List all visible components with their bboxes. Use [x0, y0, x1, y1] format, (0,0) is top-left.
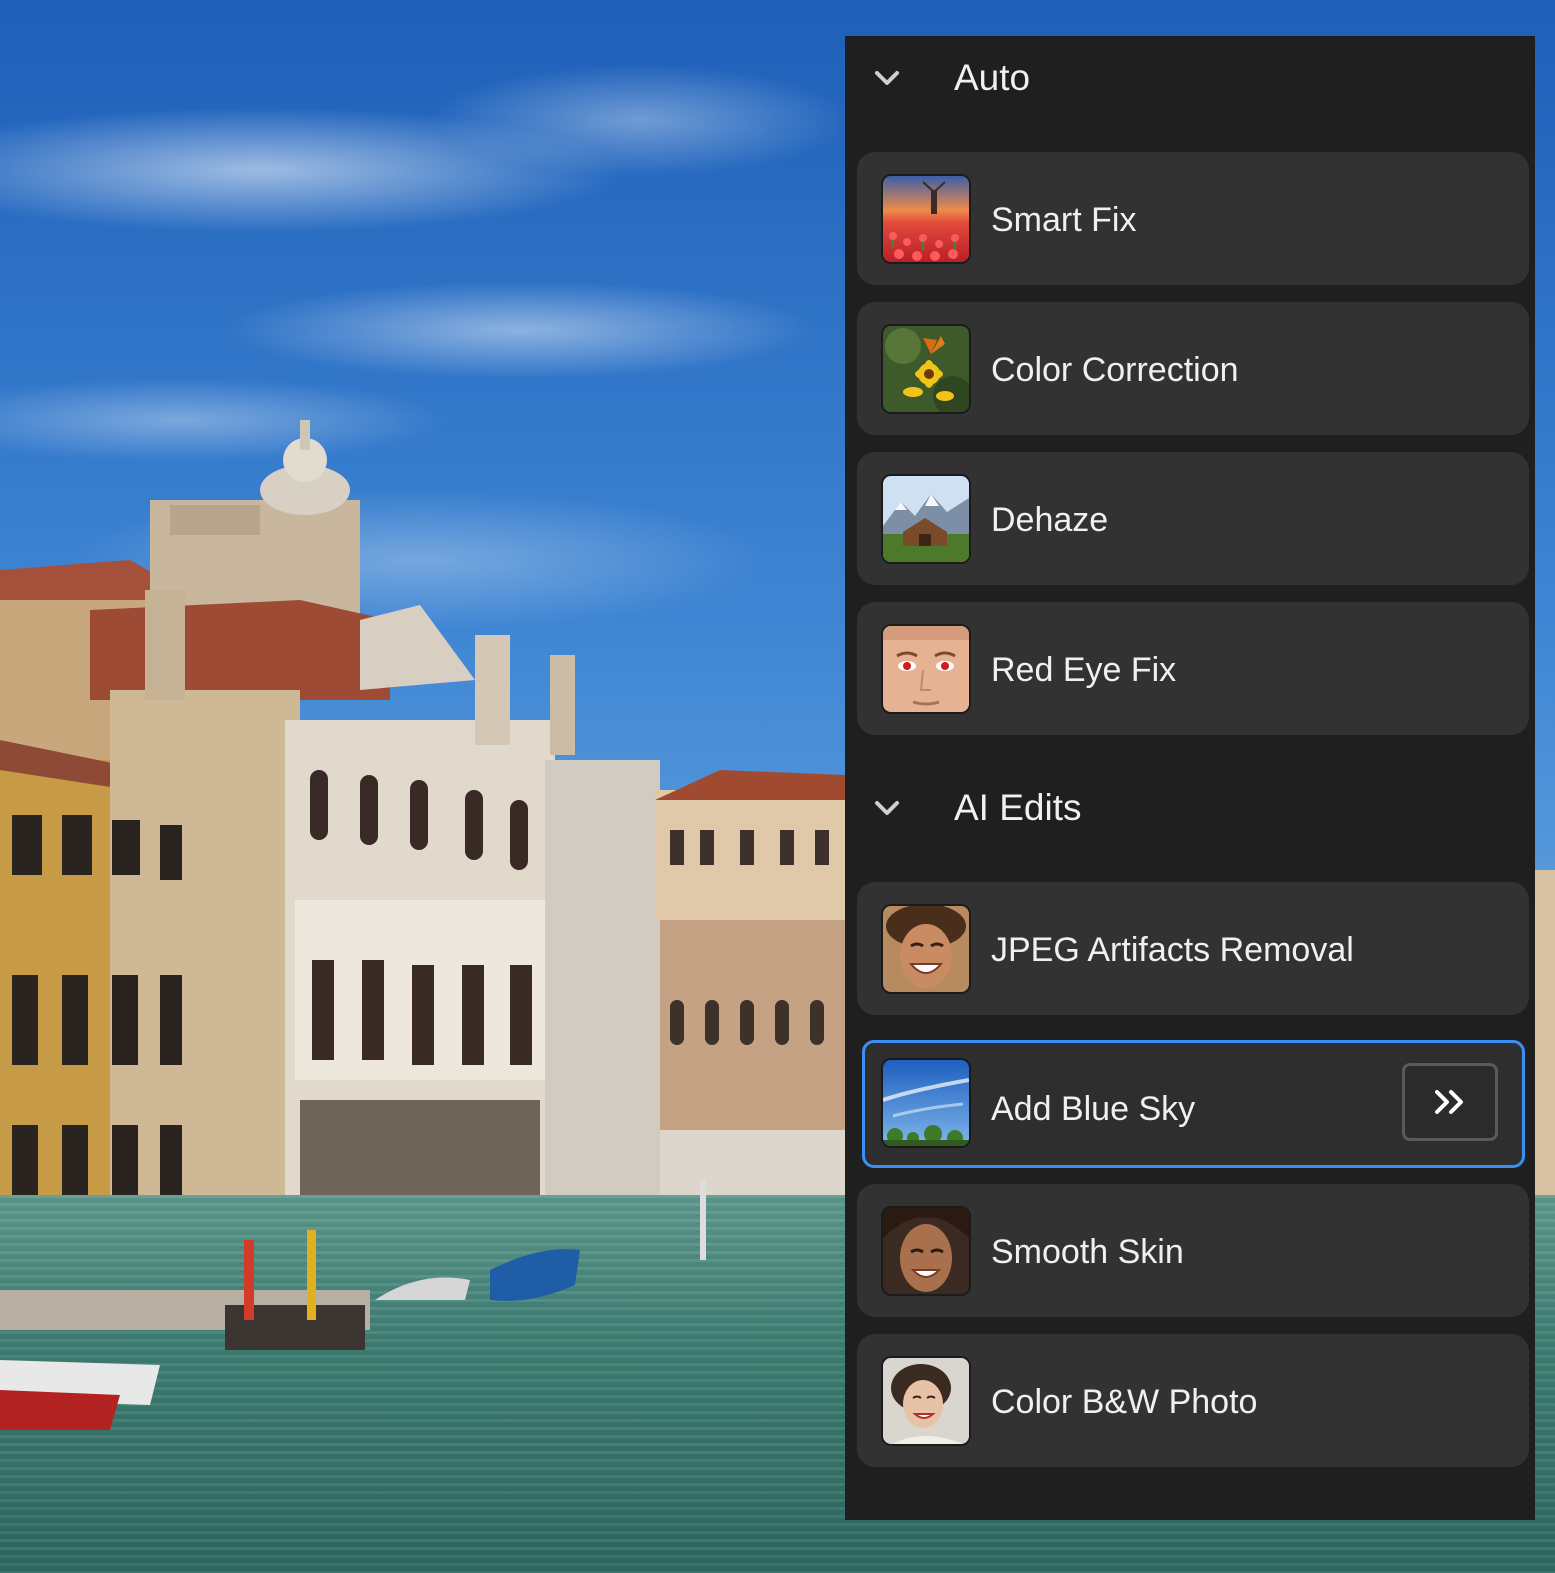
chevron-down-icon[interactable] — [873, 794, 901, 822]
action-card-jpeg-artifacts-removal[interactable]: JPEG Artifacts Removal — [857, 882, 1529, 1015]
double-chevron-right-icon — [1435, 1090, 1463, 1114]
quick-actions-panel: Auto Smart Fix Color Correction Dehaze R… — [845, 36, 1535, 1520]
action-card-smooth-skin[interactable]: Smooth Skin — [857, 1184, 1529, 1317]
action-label: Smart Fix — [991, 201, 1137, 239]
vintage-portrait-thumbnail — [883, 1358, 969, 1444]
barn-mountains-thumbnail — [883, 476, 969, 562]
section-header-ai-edits[interactable]: AI Edits — [845, 766, 1535, 850]
section-title: Auto — [954, 57, 1031, 98]
action-label: JPEG Artifacts Removal — [991, 931, 1354, 969]
action-card-smart-fix[interactable]: Smart Fix — [857, 152, 1529, 285]
chevron-down-icon[interactable] — [873, 64, 901, 92]
action-label: Color Correction — [991, 351, 1239, 389]
action-label: Dehaze — [991, 501, 1109, 539]
action-card-add-blue-sky[interactable]: Add Blue Sky — [862, 1040, 1525, 1168]
action-label: Red Eye Fix — [991, 651, 1177, 689]
action-card-color-correction[interactable]: Color Correction — [857, 302, 1529, 435]
blue-sky-thumbnail — [883, 1060, 969, 1146]
smiling-woman-thumbnail — [883, 906, 969, 992]
action-label: Color B&W Photo — [991, 1383, 1258, 1421]
tulip-field-thumbnail — [883, 176, 969, 262]
apply-button[interactable] — [1402, 1063, 1498, 1141]
red-eye-face-thumbnail — [883, 626, 969, 712]
action-card-red-eye-fix[interactable]: Red Eye Fix — [857, 602, 1529, 735]
woman-portrait-thumbnail — [883, 1208, 969, 1294]
action-label: Smooth Skin — [991, 1233, 1184, 1271]
section-header-auto[interactable]: Auto — [845, 36, 1535, 120]
section-title: AI Edits — [954, 787, 1082, 828]
action-card-color-bw-photo[interactable]: Color B&W Photo — [857, 1334, 1529, 1467]
butterfly-flower-thumbnail — [883, 326, 969, 412]
action-label: Add Blue Sky — [991, 1090, 1196, 1128]
action-card-dehaze[interactable]: Dehaze — [857, 452, 1529, 585]
